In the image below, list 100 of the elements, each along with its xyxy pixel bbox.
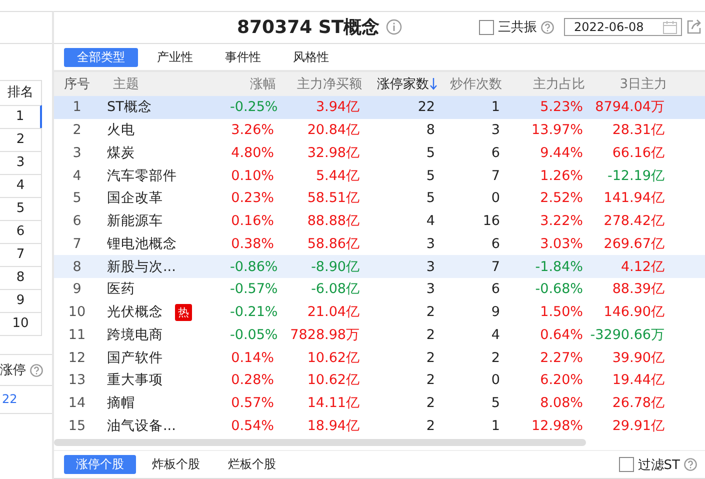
column-header[interactable]: 主力净买额 xyxy=(276,75,362,94)
table-cell: 跨境电商 xyxy=(107,326,163,344)
table-cell-text: 88.39亿 xyxy=(611,280,665,298)
table-cell-text: 1 xyxy=(490,418,500,434)
table-cell-text: -8.90亿 xyxy=(310,258,360,276)
table-cell: 医药 xyxy=(107,280,135,298)
table-cell-text: 11 xyxy=(67,326,87,343)
table-cell-text: 39.90亿 xyxy=(611,348,665,367)
filter-checkbox[interactable] xyxy=(618,457,634,472)
table-cell-text: 14.11亿 xyxy=(306,394,360,412)
table-cell: 0.16% xyxy=(230,213,274,230)
help-icon[interactable] xyxy=(541,20,554,34)
table-row[interactable]: 11 跨境电商 -0.05% 7828.98万 2 4 0.64% -3290.66万 xyxy=(54,324,705,346)
resonance-label: 三共振 xyxy=(498,19,537,36)
resonance-checkbox[interactable] xyxy=(479,20,494,35)
table-cell-text: 66.16亿 xyxy=(611,144,665,162)
table-cell: 0.28% xyxy=(230,372,274,388)
table-cell-text: 2 xyxy=(425,418,435,434)
date-field[interactable]: 2022-06-08 xyxy=(564,18,682,36)
filter-label: 过滤ST xyxy=(638,456,680,474)
column-header[interactable]: 主题 xyxy=(98,75,232,94)
table-row[interactable]: 4 汽车零部件 0.10% 5.44亿 5 7 1.26% -12.19亿 xyxy=(54,164,705,188)
table-cell-text: 15 xyxy=(67,418,87,434)
help-icon[interactable] xyxy=(684,458,697,472)
limit-up-count[interactable]: 22 xyxy=(2,392,18,406)
table-cell-text: 13 xyxy=(67,372,87,388)
table-cell-text: 2.27% xyxy=(539,350,583,366)
table-row[interactable]: 9 医药 -0.57% -6.08亿 3 6 -0.68% 88.39亿 xyxy=(54,278,705,301)
rank-cell[interactable]: 6 xyxy=(0,220,42,243)
column-header[interactable]: 涨幅 xyxy=(232,75,276,94)
table-cell-text: 1 xyxy=(72,99,82,116)
column-header[interactable]: 炒作次数 xyxy=(437,75,502,94)
table-cell-text: 8794.04万 xyxy=(594,98,665,116)
table-cell-text: 6 xyxy=(490,236,500,252)
column-header[interactable]: 3日主力 xyxy=(585,75,667,94)
stock-tab[interactable]: 炸板个股 xyxy=(140,455,212,474)
rank-cell[interactable]: 5 xyxy=(0,197,42,220)
table-cell: 汽车零部件 xyxy=(107,166,177,185)
table-cell-text: 8.08% xyxy=(539,395,583,412)
rank-cell[interactable]: 8 xyxy=(0,266,42,289)
table-cell-text: 13.97% xyxy=(530,122,583,138)
table-cell: 0.57% xyxy=(230,395,274,412)
table-cell-text: 2 xyxy=(425,326,435,343)
table-cell: 0.38% xyxy=(230,236,274,252)
table-row[interactable]: 12 国产软件 0.14% 10.62亿 2 2 2.27% 39.90亿 xyxy=(54,346,705,370)
table-cell: 0.10% xyxy=(230,168,274,184)
type-tab[interactable]: 全部类型 xyxy=(64,48,138,66)
table-cell-text: -3290.66万 xyxy=(589,326,665,344)
table-cell-text: 0 xyxy=(490,190,500,206)
rank-cell[interactable]: 10 xyxy=(0,312,42,335)
table-cell-text: 5 xyxy=(425,168,435,184)
table-cell-text: 20.84亿 xyxy=(306,121,360,140)
scrollbar-thumb[interactable] xyxy=(54,439,586,446)
type-tab[interactable]: 事件性 xyxy=(212,48,274,66)
table-cell-text: 0.64% xyxy=(539,326,583,343)
table-row[interactable]: 2 火电 3.26% 20.84亿 8 3 13.97% 28.31亿 xyxy=(54,118,705,142)
table-cell: 国企改革 xyxy=(107,189,163,208)
table-row[interactable]: 6 新能源车 0.16% 88.88亿 4 16 3.22% 278.42亿 xyxy=(54,210,705,233)
table-row[interactable]: 1 ST概念 -0.25% 3.94亿 22 1 5.23% 8794.04万 xyxy=(54,96,705,119)
table-cell-text: -0.68% xyxy=(534,281,583,298)
type-tab[interactable]: 产业性 xyxy=(144,48,206,66)
rank-cell[interactable]: 9 xyxy=(0,289,42,312)
table-row[interactable]: 15 油气设备... 0.54% 18.94亿 2 1 12.98% 29.91亿 xyxy=(54,414,705,438)
table-cell-text: 1 xyxy=(490,99,500,116)
table-cell-text: 2 xyxy=(490,350,500,366)
table-cell: 新能源车 xyxy=(107,212,163,230)
table-row[interactable]: 8 新股与次... -0.86% -8.90亿 3 7 -1.84% 4.12亿 xyxy=(54,255,705,278)
rank-cell[interactable]: 1 xyxy=(0,105,42,128)
table-cell-text: 28.31亿 xyxy=(611,121,665,140)
table-cell: 重大事项 xyxy=(107,371,163,390)
table-row[interactable]: 13 重大事项 0.28% 10.62亿 2 0 6.20% 19.44亿 xyxy=(54,369,705,392)
table-cell-text: 2 xyxy=(425,350,435,366)
table-row[interactable]: 5 国企改革 0.23% 58.51亿 5 0 2.52% 141.94亿 xyxy=(54,187,705,210)
column-header[interactable]: 序号 xyxy=(54,75,98,94)
rank-cell[interactable]: 4 xyxy=(0,174,42,197)
table-row[interactable]: 7 锂电池概念 0.38% 58.86亿 3 6 3.03% 269.67亿 xyxy=(54,232,705,256)
stock-tab[interactable]: 涨停个股 xyxy=(64,455,136,474)
column-header[interactable]: 主力占比 xyxy=(502,75,585,94)
table-cell-text: 3 xyxy=(425,281,435,298)
table-cell: 光伏概念 xyxy=(107,303,163,322)
table-row[interactable]: 3 煤炭 4.80% 32.98亿 5 6 9.44% 66.16亿 xyxy=(54,142,705,164)
share-icon[interactable] xyxy=(686,19,702,36)
table-row[interactable]: 10 光伏概念 热 -0.21% 21.04亿 2 9 1.50% 146.90亿 xyxy=(54,300,705,324)
info-icon[interactable] xyxy=(386,19,402,36)
table-cell-text: 3.94亿 xyxy=(314,98,360,116)
stock-tab[interactable]: 烂板个股 xyxy=(216,455,288,474)
table-cell: 新股与次... xyxy=(107,258,176,276)
type-tab[interactable]: 风格性 xyxy=(280,48,342,66)
table-row[interactable]: 14 摘帽 0.57% 14.11亿 2 5 8.08% 26.78亿 xyxy=(54,392,705,415)
table-cell: 煤炭 xyxy=(107,144,135,162)
table-cell-text: 2 xyxy=(425,372,435,388)
table-cell-text: 22 xyxy=(416,99,435,116)
calendar-icon[interactable] xyxy=(663,20,677,34)
rank-cell[interactable]: 3 xyxy=(0,151,42,174)
column-header[interactable]: 涨停家数 xyxy=(362,75,437,94)
rank-cell[interactable]: 7 xyxy=(0,243,42,266)
help-icon[interactable] xyxy=(30,364,43,376)
rank-cell[interactable]: 2 xyxy=(0,128,42,151)
table-cell-text: 9 xyxy=(72,281,82,298)
sort-arrow-icon[interactable] xyxy=(430,78,437,90)
